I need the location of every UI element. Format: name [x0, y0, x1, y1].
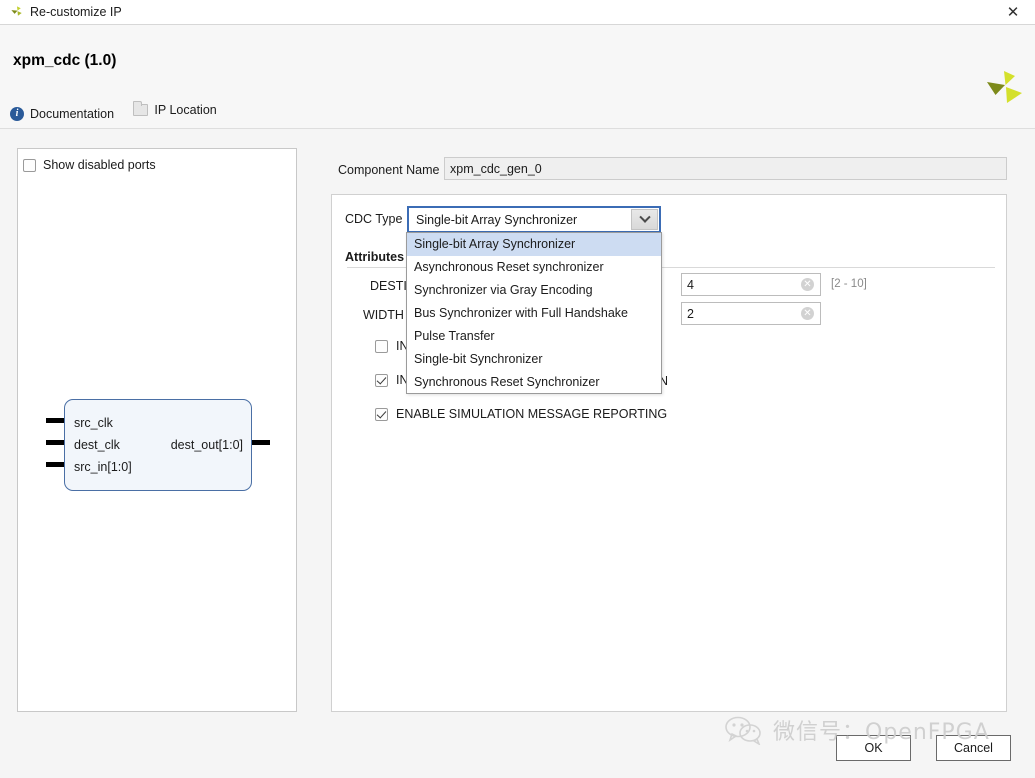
destination-sync-ff-input[interactable]: 4 ✕: [681, 273, 821, 296]
ip-location-label: IP Location: [154, 103, 217, 117]
window-title: Re-customize IP: [30, 5, 122, 19]
vivado-logo-icon: [11, 6, 22, 16]
pin-dest-out: [252, 440, 270, 445]
pin-src-clk: [46, 418, 64, 423]
destination-sync-ff-label: DESTI: [370, 279, 407, 293]
enable-simulation-message-reporting-checkbox[interactable]: ENABLE SIMULATION MESSAGE REPORTING: [375, 407, 667, 421]
dropdown-option-asynchronous-reset-synchronizer[interactable]: Asynchronous Reset synchronizer: [407, 256, 661, 279]
width-value: 2: [687, 306, 694, 321]
component-name-label: Component Name: [338, 163, 440, 177]
cancel-button[interactable]: Cancel: [936, 735, 1011, 761]
header-band: xpm_cdc (1.0) i Documentation IP Locatio…: [0, 25, 1035, 129]
dropdown-option-single-bit-array-synchronizer[interactable]: Single-bit Array Synchronizer: [407, 233, 661, 256]
pin-dest-clk: [46, 440, 64, 445]
ip-symbol-block: src_clk dest_clk src_in[1:0] dest_out[1:…: [64, 399, 252, 491]
width-input[interactable]: 2 ✕: [681, 302, 821, 325]
clear-circle-icon[interactable]: ✕: [801, 278, 814, 291]
dropdown-option-synchronous-reset-synchronizer[interactable]: Synchronous Reset Synchronizer: [407, 371, 661, 394]
cdc-type-label: CDC Type: [345, 212, 403, 226]
destination-sync-ff-range: [2 - 10]: [831, 278, 867, 290]
title-bar: Re-customize IP ✕: [0, 0, 1035, 25]
documentation-label: Documentation: [30, 106, 115, 121]
port-label-dest-clk: dest_clk: [74, 438, 120, 452]
component-name-input[interactable]: xpm_cdc_gen_0: [444, 157, 1007, 180]
attributes-heading: Attributes: [345, 250, 405, 264]
port-label-dest-out: dest_out[1:0]: [170, 438, 243, 452]
dropdown-option-single-bit-synchronizer[interactable]: Single-bit Synchronizer: [407, 348, 661, 371]
info-icon: i: [10, 106, 24, 121]
cdc-type-dropdown-list[interactable]: Single-bit Array Synchronizer Asynchrono…: [406, 232, 662, 394]
folder-icon: [133, 101, 149, 116]
dialog-window: Re-customize IP ✕ xpm_cdc (1.0) i Docume…: [0, 0, 1035, 778]
ok-button[interactable]: OK: [836, 735, 911, 761]
destination-sync-ff-value: 4: [687, 277, 694, 292]
close-icon[interactable]: ✕: [991, 0, 1035, 25]
dropdown-option-pulse-transfer[interactable]: Pulse Transfer: [407, 325, 661, 348]
show-disabled-ports-label: Show disabled ports: [43, 158, 156, 172]
show-disabled-ports-checkbox[interactable]: Show disabled ports: [23, 158, 156, 172]
enable-simulation-message-reporting-label: ENABLE SIMULATION MESSAGE REPORTING: [396, 407, 668, 421]
checkbox-box: [375, 373, 388, 387]
width-label: WIDTH: [363, 308, 404, 322]
ip-location-link[interactable]: IP Location: [133, 101, 217, 117]
diagram-panel: Show disabled ports src_clk dest_clk src…: [17, 148, 297, 712]
chevron-down-icon[interactable]: [631, 209, 658, 230]
checkbox-box: [375, 339, 388, 353]
dropdown-option-synchronizer-via-gray-encoding[interactable]: Synchronizer via Gray Encoding: [407, 279, 661, 302]
dropdown-option-bus-synchronizer-with-full-handshake[interactable]: Bus Synchronizer with Full Handshake: [407, 302, 661, 325]
xilinx-logo-icon: [987, 71, 1022, 103]
wechat-icon: [725, 716, 761, 745]
checkbox-box: [375, 407, 388, 421]
clear-circle-icon[interactable]: ✕: [801, 307, 814, 320]
header-links: i Documentation IP Location: [10, 101, 233, 125]
documentation-link[interactable]: i Documentation: [10, 106, 115, 121]
port-label-src-clk: src_clk: [74, 416, 113, 430]
checkbox-box: [23, 158, 36, 172]
pin-src-in: [46, 462, 64, 467]
port-label-src-in: src_in[1:0]: [74, 460, 132, 474]
page-title: xpm_cdc (1.0): [13, 52, 117, 69]
cdc-type-value: Single-bit Array Synchronizer: [416, 212, 578, 227]
cdc-type-select[interactable]: Single-bit Array Synchronizer: [407, 206, 661, 233]
